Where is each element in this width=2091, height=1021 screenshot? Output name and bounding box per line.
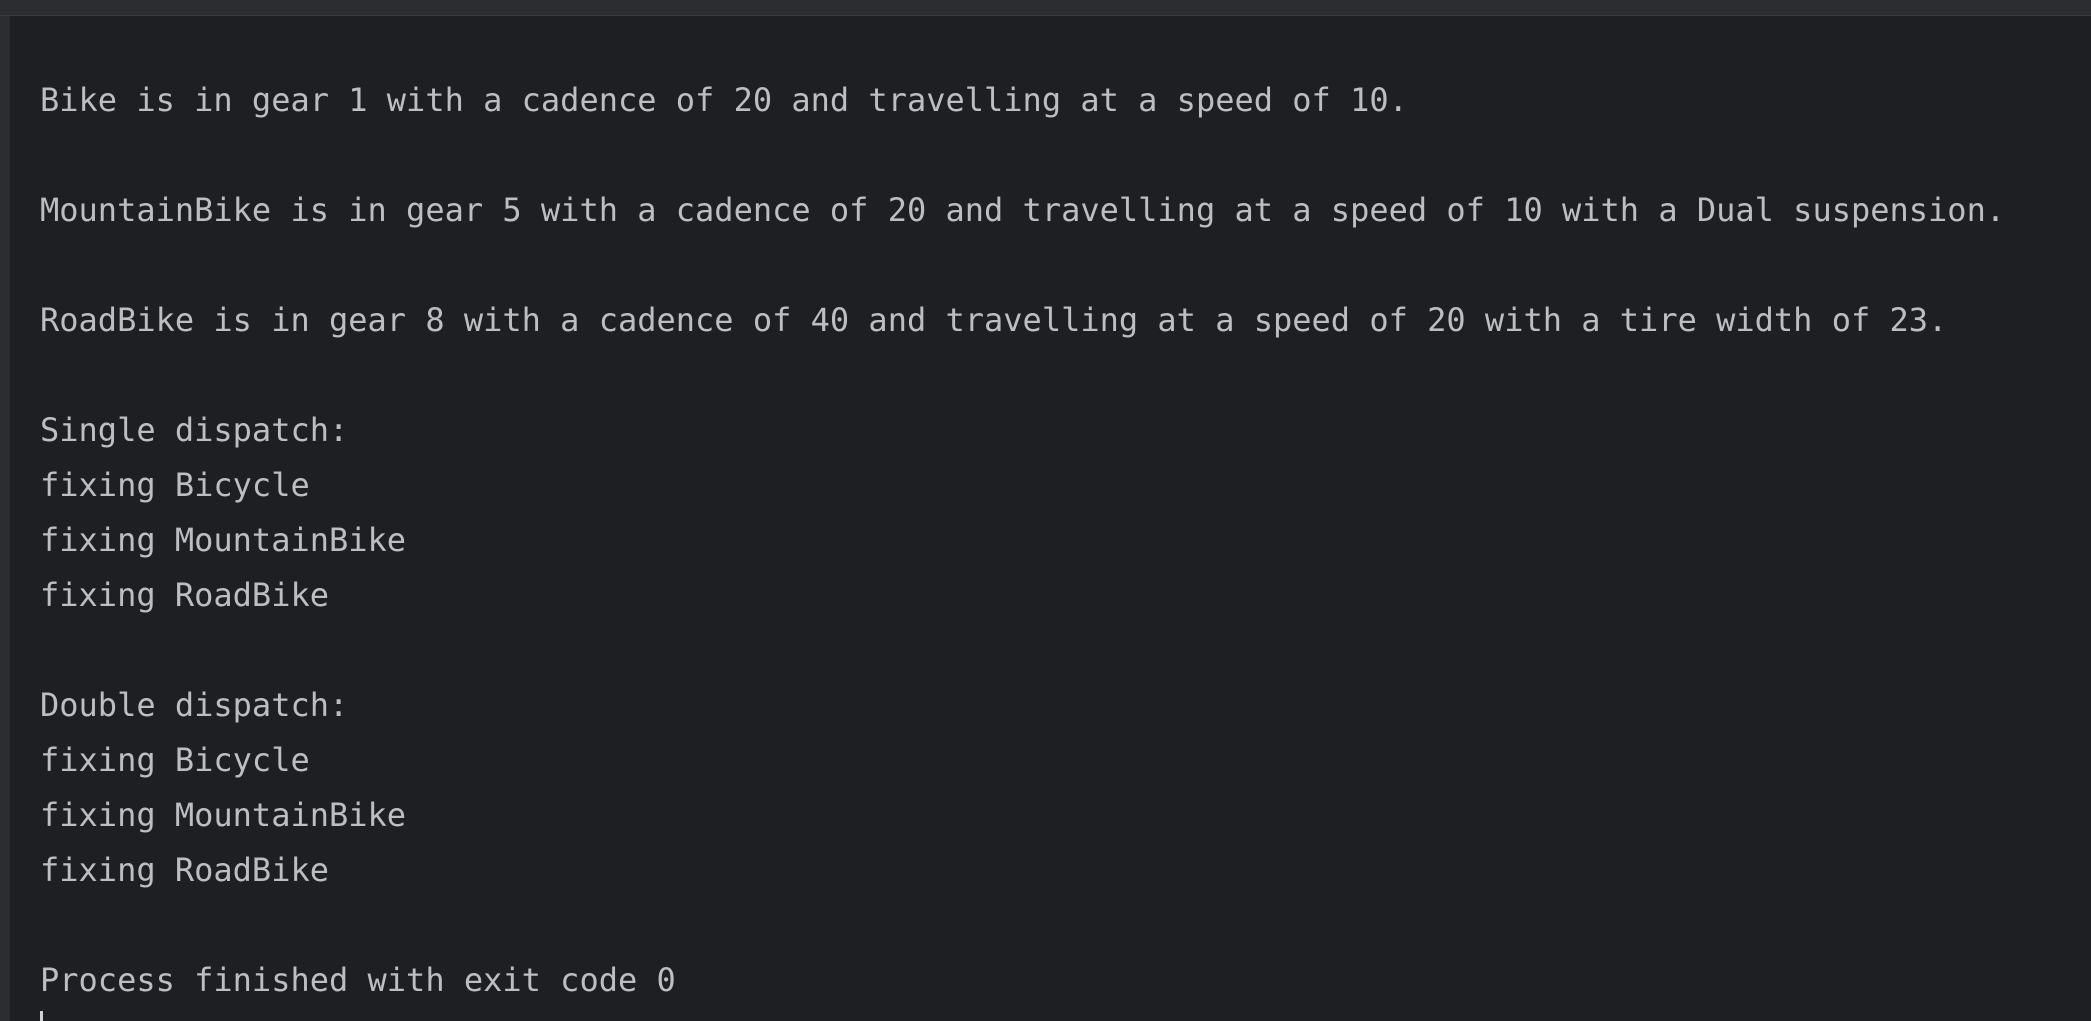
console-line-roadbike: RoadBike is in gear 8 with a cadence of … (40, 301, 1948, 339)
console-line-process-finished: Process finished with exit code 0 (40, 961, 676, 999)
run-console-window: Bike is in gear 1 with a cadence of 20 a… (0, 0, 2091, 1021)
console-line-double-dispatch-header: Double dispatch: (40, 686, 349, 724)
console-line-double-fixing-mountainbike: fixing MountainBike (40, 796, 407, 834)
console-line-single-fixing-mountainbike: fixing MountainBike (40, 521, 407, 559)
console-line-bike: Bike is in gear 1 with a cadence of 20 a… (40, 81, 1408, 119)
console-line-double-fixing-bicycle: fixing Bicycle (40, 741, 310, 779)
console-gutter (0, 16, 10, 1021)
console-line-single-fixing-bicycle: fixing Bicycle (40, 466, 310, 504)
console-output[interactable]: Bike is in gear 1 with a cadence of 20 a… (40, 0, 2080, 1021)
console-line-single-fixing-roadbike: fixing RoadBike (40, 576, 329, 614)
console-line-mountainbike: MountainBike is in gear 5 with a cadence… (40, 191, 2006, 229)
text-caret (40, 1011, 43, 1021)
console-line-double-fixing-roadbike: fixing RoadBike (40, 851, 329, 889)
console-line-single-dispatch-header: Single dispatch: (40, 411, 349, 449)
